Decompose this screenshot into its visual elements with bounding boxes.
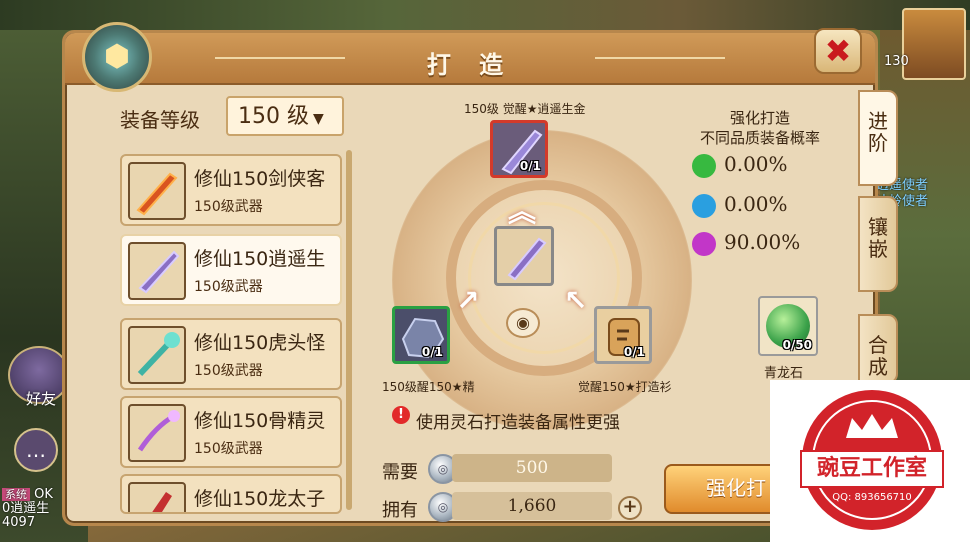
list-scrollbar[interactable] (346, 150, 352, 510)
close-button[interactable]: ✖ (814, 28, 862, 74)
probability-title-line: 强化打造 (729, 109, 790, 127)
chat-bubble-icon: … (26, 438, 46, 462)
arrow-diag-icon: ↗ (456, 284, 480, 317)
chat-message: 4097 (2, 515, 36, 530)
slot-count: 0/1 (519, 159, 541, 173)
material-slot-scroll[interactable]: 0/1 (594, 306, 652, 364)
chat-log[interactable]: 系统 OK 0逍遥生 4097 (2, 488, 53, 530)
weapon-icon (128, 482, 186, 512)
add-currency-button[interactable]: + (618, 496, 642, 520)
weapon-name: 修仙150逍遥生 (194, 248, 326, 270)
player-level-badge: 130 (884, 54, 909, 69)
weapon-name: 修仙150骨精灵 (194, 410, 326, 432)
cost-need-value: 500 (452, 454, 612, 482)
probability-title-line: 不同品质装备概率 (699, 129, 820, 147)
result-item-slot[interactable] (494, 226, 554, 286)
tab-synthesis[interactable]: 合成 (858, 314, 898, 384)
weapon-type: 150级武器 (194, 279, 263, 295)
cost-need-label: 需要 (382, 462, 418, 483)
preview-eye-button[interactable]: ◉ (506, 308, 540, 338)
weapon-list-item[interactable]: 修仙150龙太子 (120, 474, 342, 514)
background-top (0, 0, 970, 30)
cost-have-value: 1,660 (452, 492, 612, 520)
chat-message: OK (34, 487, 53, 502)
weapon-name: 修仙150虎头怪 (194, 332, 326, 354)
panel-title: 打 造 (426, 51, 514, 79)
material-label: 觉醒150★打造衫 (578, 380, 672, 394)
weapon-list-item[interactable]: 修仙150骨精灵 150级武器 (120, 396, 342, 468)
equip-level-dropdown[interactable]: 150 级 ▼ (226, 96, 344, 136)
probability-value: 0.00% (724, 192, 788, 216)
slot-count: 0/1 (421, 345, 443, 359)
dragon-stone-label: 青龙石 (764, 366, 804, 381)
arrow-diag-icon: ↖ (564, 284, 588, 317)
probability-title: 强化打造 不同品质装备概率 (690, 108, 830, 148)
weapon-list-item[interactable]: 修仙150虎头怪 150级武器 (120, 318, 342, 390)
cost-have-label: 拥有 (382, 500, 418, 521)
sword-icon (507, 237, 547, 281)
weapon-list-item[interactable]: 修仙150逍遥生 150级武器 (120, 234, 342, 306)
title-ornament (595, 57, 725, 59)
weapon-icon (128, 404, 186, 462)
weapon-icon (128, 162, 186, 220)
probability-value: 0.00% (724, 152, 788, 176)
target-item-label: 150级 觉醒★逍遥生金 (464, 102, 586, 116)
forge-emblem-icon: ⬢ (82, 22, 152, 92)
tip-text: 使用灵石打造装备属性更强 (416, 413, 620, 433)
probability-value: 90.00% (724, 230, 801, 254)
chat-channel-tag: 系统 (2, 488, 30, 501)
chat-message: 0逍遥生 (2, 501, 50, 516)
weapon-type: 150级武器 (194, 363, 263, 379)
weapon-icon (128, 242, 186, 300)
crown-icon (846, 414, 898, 438)
probability-row: 0.00% (692, 192, 788, 222)
weapon-type: 150级武器 (194, 441, 263, 457)
tab-inlay[interactable]: 镶嵌 (858, 196, 898, 292)
tab-advance[interactable]: 进阶 (858, 90, 898, 186)
dragon-stone-slot[interactable]: 0/50 (758, 296, 818, 356)
player-portrait[interactable] (902, 8, 966, 80)
probability-row: 90.00% (692, 230, 800, 260)
equip-level-value: 150 级 (238, 104, 309, 129)
weapon-name: 修仙150剑侠客 (194, 168, 326, 190)
close-icon: ✖ (824, 32, 852, 70)
slot-count: 0/1 (623, 345, 645, 359)
chat-button[interactable]: … (14, 428, 58, 472)
equip-level-label: 装备等级 (120, 108, 200, 132)
weapon-list-item[interactable]: 修仙150剑侠客 150级武器 (120, 154, 342, 226)
weapon-type: 150级武器 (194, 199, 263, 215)
watermark-text: 豌豆工作室 (800, 450, 944, 488)
weapon-name: 修仙150龙太子 (194, 488, 326, 510)
material-slot-refine[interactable]: 0/1 (392, 306, 450, 364)
material-label: 150级醒150★精 (382, 380, 475, 394)
warning-icon: ! (392, 406, 410, 424)
eye-icon: ◉ (516, 313, 530, 332)
weapon-icon (128, 326, 186, 384)
chevron-down-icon: ▼ (313, 111, 324, 127)
quality-purple-icon (692, 231, 716, 256)
target-item-slot[interactable]: 0/1 (490, 120, 548, 178)
probability-row: 0.00% (692, 152, 788, 182)
friend-label: 好友 (26, 390, 57, 408)
title-bar: 打 造 (65, 33, 875, 85)
quality-green-icon (692, 153, 716, 178)
watermark-qq: QQ: 893656710 (832, 492, 912, 503)
quality-blue-icon (692, 193, 716, 218)
slot-count: 0/50 (782, 338, 812, 352)
arrow-up-icon: ︽ (508, 195, 537, 228)
